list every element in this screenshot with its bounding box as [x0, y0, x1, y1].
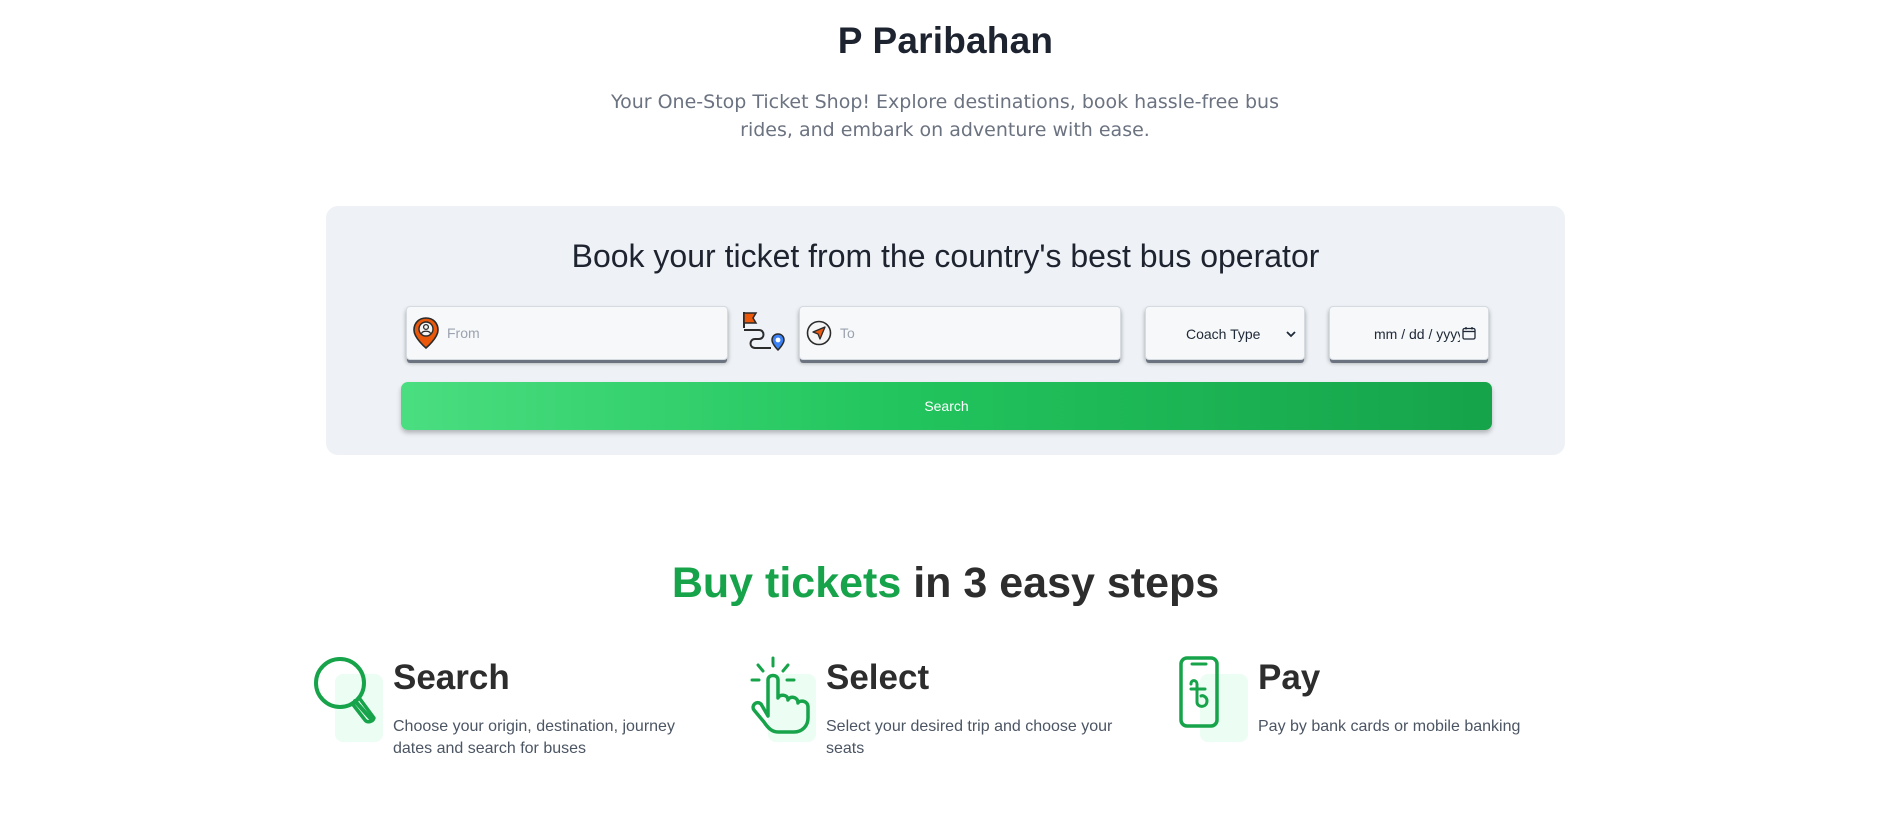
page-title: P Paribahan: [837, 20, 1054, 61]
tap-hand-icon: [750, 656, 810, 734]
step-title: Pay: [1258, 658, 1321, 697]
hero-subtitle: Your One-Stop Ticket Shop! Explore desti…: [610, 91, 1279, 141]
step-title: Select: [826, 658, 930, 697]
route-flag-icon: [743, 312, 785, 352]
step-title: Search: [393, 658, 510, 697]
step-description: Pay by bank cards or mobile banking: [1258, 718, 1521, 735]
date-placeholder: mm / dd / yyyy: [1374, 326, 1460, 342]
step-description: Select your desired trip and choose your…: [826, 718, 1113, 757]
booking-heading: Book your ticket from the country's best…: [571, 238, 1320, 274]
from-input[interactable]: From: [406, 306, 728, 360]
step-select: Select Select your desired trip and choo…: [746, 656, 1146, 766]
chevron-down-icon: [1286, 331, 1296, 338]
coach-type-select[interactable]: Coach Type: [1145, 306, 1305, 360]
from-placeholder: From: [447, 325, 480, 341]
step-description: Choose your origin, destination, journey…: [393, 718, 675, 757]
steps-heading: Buy tickets in 3 easy steps: [0, 559, 1891, 608]
calendar-icon[interactable]: [1462, 326, 1476, 340]
magnifier-icon: [314, 657, 376, 724]
location-pin-icon: [413, 317, 439, 349]
to-input[interactable]: To: [799, 306, 1121, 360]
step-search: Search Choose your origin, destination, …: [313, 656, 713, 766]
journey-date-input[interactable]: mm / dd / yyyy: [1329, 306, 1489, 360]
step-pay: Pay Pay by bank cards or mobile banking: [1178, 656, 1578, 766]
navigation-arrow-icon: [806, 320, 832, 346]
coach-type-value: Coach Type: [1186, 326, 1261, 342]
steps-heading-accent: Buy tickets: [671, 559, 902, 607]
to-placeholder: To: [840, 325, 855, 341]
search-button[interactable]: Search: [401, 382, 1492, 430]
steps-heading-rest: in 3 easy steps: [901, 559, 1220, 607]
booking-panel: Book your ticket from the country's best…: [326, 206, 1565, 455]
phone-taka-icon: [1179, 656, 1219, 728]
